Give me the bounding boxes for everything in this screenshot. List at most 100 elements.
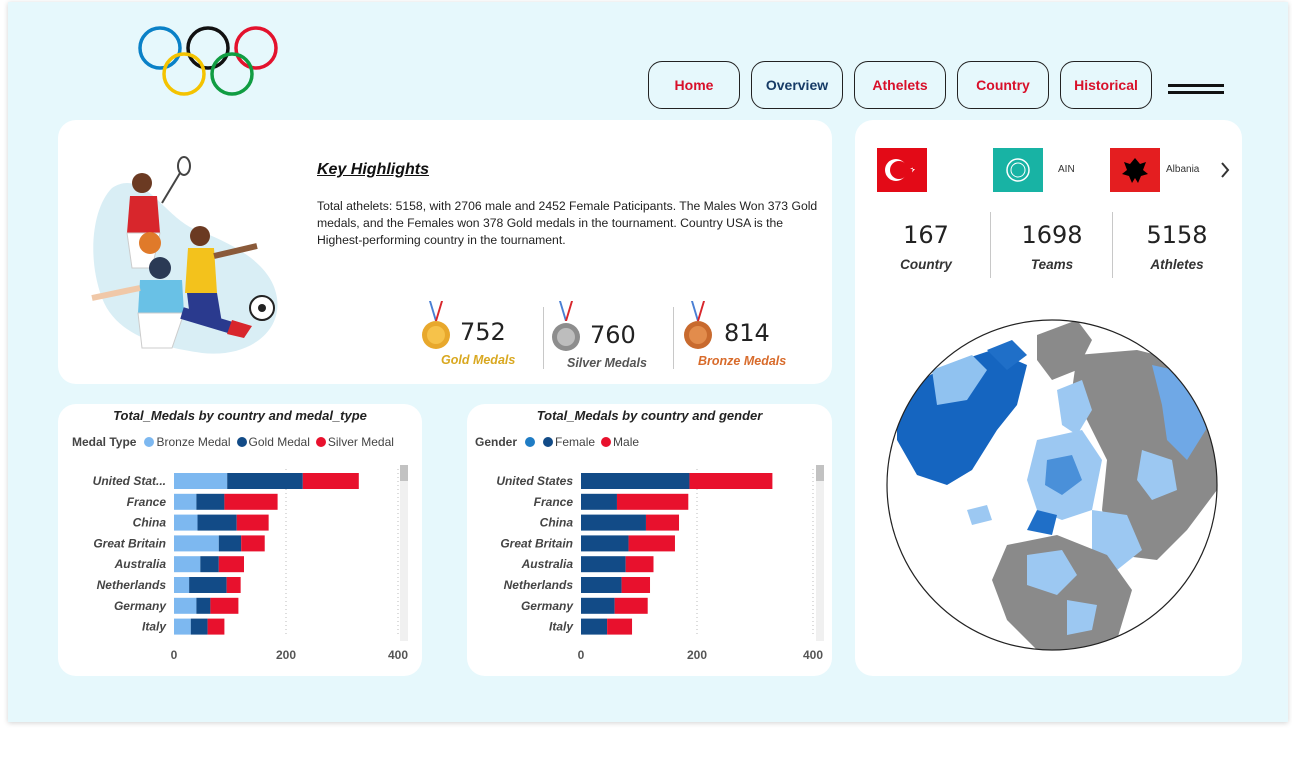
category-label: China — [540, 516, 574, 530]
world-globe-map[interactable] — [877, 310, 1227, 655]
bar-segment[interactable] — [189, 577, 227, 593]
country-count-label: Country — [900, 257, 952, 272]
legend-item[interactable] — [525, 437, 537, 447]
bar-segment[interactable] — [616, 493, 689, 510]
bar-segment[interactable] — [174, 473, 228, 489]
category-label: Australia — [114, 557, 167, 571]
bar-segment[interactable] — [581, 493, 617, 510]
bar-segment[interactable] — [581, 556, 626, 573]
silver-medal-icon — [552, 301, 580, 351]
bar-segment[interactable] — [174, 577, 190, 593]
bar-segment[interactable] — [628, 535, 675, 552]
category-label: Netherlands — [504, 578, 574, 592]
bar-segment[interactable] — [174, 493, 197, 510]
chart-scrollbar-thumb[interactable] — [400, 465, 408, 481]
bar-segment[interactable] — [241, 535, 265, 552]
bar-segment[interactable] — [196, 493, 225, 510]
key-highlights-title: Key Highlights — [317, 161, 430, 178]
category-label: Italy — [142, 620, 167, 634]
chevron-right-icon[interactable] — [1219, 160, 1231, 180]
category-label: France — [127, 495, 167, 509]
nav-overview-button[interactable]: Overview — [751, 61, 843, 109]
nav-historical-button[interactable]: Historical — [1060, 61, 1152, 109]
category-label: Italy — [549, 620, 574, 634]
teams-count-label: Teams — [1030, 257, 1074, 272]
hamburger-menu-icon[interactable] — [1168, 84, 1224, 96]
athletes-count: 5158 — [1146, 221, 1208, 249]
bar-segment[interactable] — [190, 618, 208, 635]
chart-scrollbar-track[interactable] — [816, 465, 824, 641]
olympic-rings-logo — [138, 26, 278, 96]
silver-medal-label: Silver Medals — [567, 356, 647, 370]
bar-segment[interactable] — [625, 556, 654, 573]
key-highlights-card: Key Highlights Total athelets: 5158, wit… — [58, 120, 832, 384]
category-label: Germany — [114, 599, 167, 613]
bar-segment[interactable] — [174, 618, 191, 635]
bar-segment[interactable] — [236, 514, 269, 531]
bar-segment[interactable] — [581, 618, 608, 635]
bar-segment[interactable] — [174, 556, 201, 573]
bar-segment[interactable] — [174, 535, 219, 552]
teams-count: 1698 — [1021, 221, 1083, 249]
bar-segment[interactable] — [174, 597, 197, 614]
legend-title: Medal Type — [72, 435, 137, 449]
medal-divider — [673, 307, 674, 369]
category-label: Australia — [521, 557, 574, 571]
chart-scrollbar-thumb[interactable] — [816, 465, 824, 481]
nav-country-button[interactable]: Country — [957, 61, 1049, 109]
x-tick-label: 200 — [276, 648, 296, 662]
nav-athletes-button[interactable]: Athelets — [854, 61, 946, 109]
bar-segment[interactable] — [614, 597, 648, 614]
medals-by-type-bar-chart: United Stat... France China Great Britain Au… — [93, 465, 408, 662]
stat-divider — [1112, 212, 1113, 278]
country-count: 167 — [903, 221, 949, 249]
bar-segment[interactable] — [581, 514, 646, 531]
legend-label: Female — [555, 435, 596, 449]
albania-flag-icon[interactable] — [1110, 148, 1160, 192]
country-name: AIN — [1058, 164, 1075, 175]
legend-label: Silver Medal — [327, 435, 394, 449]
country-overview-card: AIN Albania 167 Country 1698 Teams 5158 … — [855, 120, 1242, 676]
legend-item[interactable]: Gold Medal — [236, 435, 310, 449]
bar-segment[interactable] — [224, 493, 278, 510]
bar-segment[interactable] — [196, 597, 211, 614]
bar-segment[interactable] — [581, 577, 622, 593]
legend-item[interactable]: Bronze Medal — [144, 435, 231, 449]
bar-segment[interactable] — [210, 597, 239, 614]
bronze-medal-count: 814 — [724, 319, 770, 347]
medals-by-gender-chart-card: Total_Medals by country and gender Gende… — [467, 404, 832, 676]
chart-legend: Gender Female Male — [475, 435, 645, 449]
bar-segment[interactable] — [197, 514, 237, 531]
bar-segment[interactable] — [581, 535, 629, 552]
bar-segment[interactable] — [227, 473, 303, 489]
bar-segment[interactable] — [218, 535, 242, 552]
bar-segment[interactable] — [207, 618, 225, 635]
nav-home-button[interactable]: Home — [648, 61, 740, 109]
gold-medal-icon — [422, 301, 450, 349]
bar-segment[interactable] — [581, 597, 615, 614]
bar-segment[interactable] — [607, 618, 633, 635]
legend-item[interactable]: Silver Medal — [315, 435, 394, 449]
bar-segment[interactable] — [581, 473, 690, 489]
bar-segment[interactable] — [621, 577, 651, 593]
bar-segment[interactable] — [218, 556, 244, 573]
chart-legend: Medal Type Bronze Medal Gold Medal Silve… — [72, 435, 400, 449]
bar-segment[interactable] — [226, 577, 241, 593]
x-tick-label: 400 — [803, 648, 823, 662]
category-label: United States — [496, 474, 573, 488]
bar-segment[interactable] — [174, 514, 198, 531]
ain-flag-icon[interactable] — [993, 148, 1043, 192]
bar-segment[interactable] — [689, 473, 773, 489]
dashboard-canvas: Home Overview Athelets Country Historica… — [8, 2, 1288, 722]
bar-segment[interactable] — [200, 556, 219, 573]
legend-label: Gold Medal — [248, 435, 310, 449]
legend-item[interactable]: Male — [601, 435, 639, 449]
chart-scrollbar-track[interactable] — [400, 465, 408, 641]
legend-dot — [236, 437, 247, 447]
category-label: Great Britain — [500, 536, 573, 550]
athletes-count-label: Athletes — [1150, 257, 1204, 272]
legend-item[interactable]: Female — [543, 435, 595, 449]
bar-segment[interactable] — [302, 473, 359, 489]
bar-segment[interactable] — [645, 514, 680, 531]
turkey-flag-icon[interactable] — [877, 148, 927, 192]
